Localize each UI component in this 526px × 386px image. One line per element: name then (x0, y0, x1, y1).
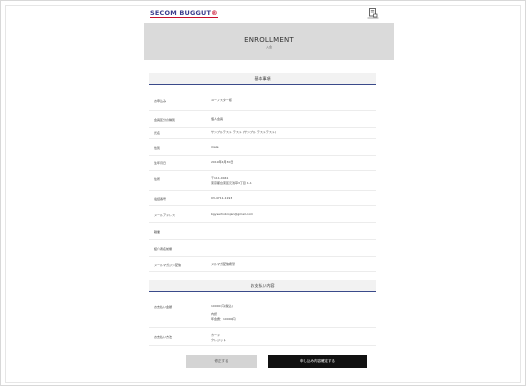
row-label: メールアドレス (154, 213, 176, 217)
row-label: お支払い金額 (154, 305, 173, 309)
row-label: 住所 (154, 177, 161, 181)
table-row: お申込み ユーノスター様 (149, 90, 376, 111)
table-row: 性別 male (149, 139, 376, 156)
row-label: お申込み (154, 99, 167, 103)
row-label: 氏名 (154, 131, 161, 135)
row-value: ユーノスター様 (211, 98, 232, 102)
page-title: ENROLLMENT (244, 36, 294, 44)
row-value: メルマガ配信希望 (211, 262, 236, 266)
row-value: サンプルテスト テスト (サンプル テストテスト) (211, 130, 277, 134)
row-value: 2019年4月30日 (211, 160, 234, 164)
row-label: 会員区分の種別 (154, 118, 176, 122)
document-lock-icon[interactable] (367, 7, 379, 19)
table-row: お支払い方法 カード クレジット (149, 328, 376, 346)
secom-logo[interactable]: SECOM BUGGUT® (150, 9, 218, 18)
logo-mark: ® (211, 9, 218, 17)
row-value: クレジット (211, 338, 227, 342)
title-band: ENROLLMENT 入会 (144, 23, 394, 60)
row-label: 生年月日 (154, 161, 167, 165)
table-row: 職業 (149, 223, 376, 240)
row-value: 10000 円(税込) (211, 304, 233, 308)
logo-text: SECOM BUGGUT (150, 9, 212, 17)
confirm-button[interactable]: 申し込み内容確定する (268, 355, 367, 368)
row-value: 03-4711-1193 (211, 196, 233, 200)
table-row: 電話番号 03-4711-1193 (149, 191, 376, 206)
table-row: 紹介者名前欄 (149, 240, 376, 257)
table-row: 生年月日 2019年4月30日 (149, 156, 376, 171)
row-value: 内訳 (211, 312, 218, 316)
table-row: 住所 〒111-0041 東京都台東区元浅草3丁目 1-1 (149, 171, 376, 191)
table-row: お支払い金額 10000 円(税込) 内訳 年会費：10000円 (149, 297, 376, 328)
table-row: 氏名 サンプルテスト テスト (サンプル テストテスト) (149, 128, 376, 139)
section-basic-header: 基本事項 (149, 73, 376, 85)
row-value: 年会費：10000円 (211, 317, 236, 321)
row-value: 個人会員 (211, 117, 224, 121)
row-label: お支払い方法 (154, 335, 173, 339)
row-label: 紹介者名前欄 (154, 247, 173, 251)
row-value: male (211, 145, 219, 149)
row-label: 電話番号 (154, 197, 167, 201)
table-row: 会員区分の種別 個人会員 (149, 111, 376, 128)
row-value: bgyserhobrojan@gmail.com (211, 212, 254, 216)
row-label: メールマガジン配信 (154, 263, 182, 267)
page-subtitle: 入会 (265, 45, 272, 49)
table-row: メールマガジン配信 メルマガ配信希望 (149, 257, 376, 272)
row-value: 東京都台東区元浅草3丁目 1-1 (211, 180, 252, 185)
section-payment-header: お支払い内容 (149, 280, 376, 292)
back-button[interactable]: 修正する (186, 355, 257, 368)
row-label: 性別 (154, 146, 161, 150)
row-label: 職業 (154, 230, 161, 234)
row-value: カード (211, 333, 221, 337)
table-row: メールアドレス bgyserhobrojan@gmail.com (149, 206, 376, 223)
